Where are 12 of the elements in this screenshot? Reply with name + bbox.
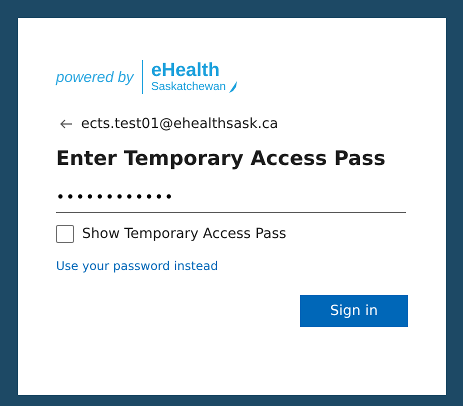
logo-region: Saskatchewan	[151, 82, 226, 94]
checkbox-label: Show Temporary Access Pass	[82, 226, 286, 242]
logo-brand: eHealth	[151, 60, 221, 80]
page-title: Enter Temporary Access Pass	[56, 146, 386, 170]
leaf-icon	[228, 80, 238, 94]
sign-in-button[interactable]: Sign in	[300, 295, 408, 327]
checkbox[interactable]	[56, 225, 74, 243]
logo-tagline: powered by	[56, 68, 134, 86]
back-button[interactable]	[60, 119, 73, 129]
account-email: ects.test01@ehealthsask.ca	[81, 116, 278, 132]
logo-divider	[142, 60, 144, 94]
password-link[interactable]: Use your password instead	[56, 259, 218, 273]
